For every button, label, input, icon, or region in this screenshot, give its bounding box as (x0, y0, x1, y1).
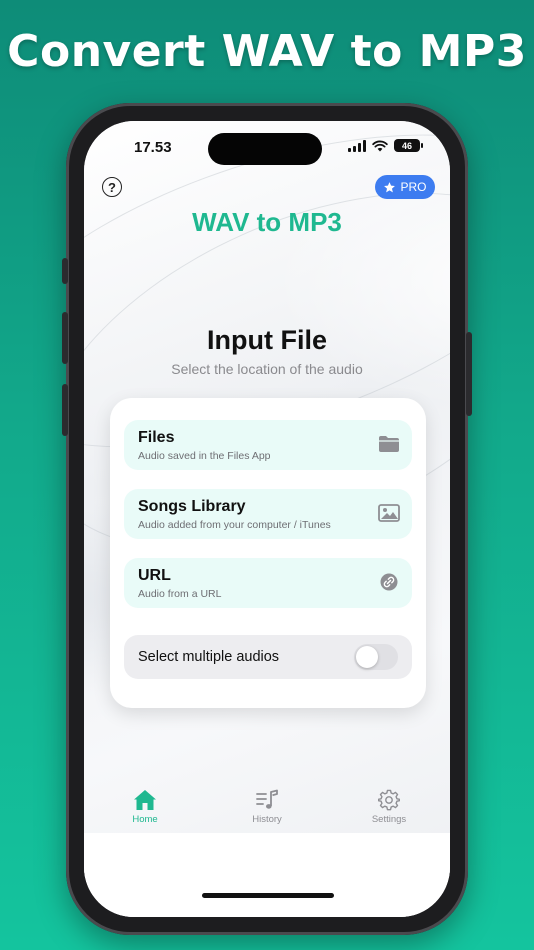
toggle-knob (356, 646, 378, 668)
option-title: URL (138, 567, 171, 584)
option-subtitle: Audio added from your computer / iTunes (138, 519, 331, 531)
tab-settings[interactable]: Settings (349, 789, 429, 839)
dynamic-island (208, 133, 322, 165)
section-title: Input File (207, 325, 327, 355)
section-subtitle: Select the location of the audio (171, 361, 363, 377)
tab-history[interactable]: History (227, 789, 307, 839)
option-url[interactable]: URL Audio from a URL (124, 558, 412, 608)
image-icon (378, 504, 400, 522)
volume-up-button (62, 312, 68, 364)
input-options-card: Files Audio saved in the Files App Songs… (110, 398, 426, 708)
promo-headline: Convert WAV to MP3 (7, 26, 527, 77)
link-icon (380, 573, 398, 591)
wifi-icon (372, 140, 388, 151)
bottom-safe-area (84, 833, 450, 917)
battery-icon: 46 (394, 139, 423, 152)
tab-label: Settings (371, 814, 407, 825)
folder-icon (379, 436, 399, 452)
phone-screen: 17.53 46 ? PRO WAV to MP3 Input File Sel… (84, 121, 450, 917)
tab-label: Home (132, 814, 158, 825)
multi-select-label: Select multiple audios (138, 649, 280, 665)
star-icon (384, 181, 396, 192)
status-indicators: 46 (348, 139, 423, 152)
house-icon (134, 790, 156, 810)
tab-label: History (252, 814, 282, 825)
option-files[interactable]: Files Audio saved in the Files App (124, 420, 412, 470)
volume-down-button (62, 384, 68, 436)
status-time: 17.53 (134, 139, 172, 156)
multi-select-row: Select multiple audios (124, 635, 412, 679)
option-title: Files (138, 429, 175, 446)
option-songs-library[interactable]: Songs Library Audio added from your comp… (124, 489, 412, 539)
tab-bar: Home History Settings (84, 789, 450, 839)
cellular-signal-icon (348, 139, 366, 152)
option-subtitle: Audio from a URL (138, 588, 222, 600)
music-list-icon (256, 789, 278, 809)
home-indicator (202, 893, 334, 898)
pro-button[interactable]: PRO (375, 175, 435, 199)
mute-switch (62, 258, 68, 284)
power-button (466, 332, 472, 416)
help-button[interactable]: ? (102, 177, 122, 197)
gear-icon (378, 789, 400, 811)
option-subtitle: Audio saved in the Files App (138, 450, 271, 462)
app-title: WAV to MP3 (192, 207, 342, 237)
tab-home[interactable]: Home (105, 789, 185, 839)
multi-select-toggle[interactable] (354, 644, 398, 670)
option-title: Songs Library (138, 498, 246, 515)
pro-label: PRO (400, 180, 427, 194)
